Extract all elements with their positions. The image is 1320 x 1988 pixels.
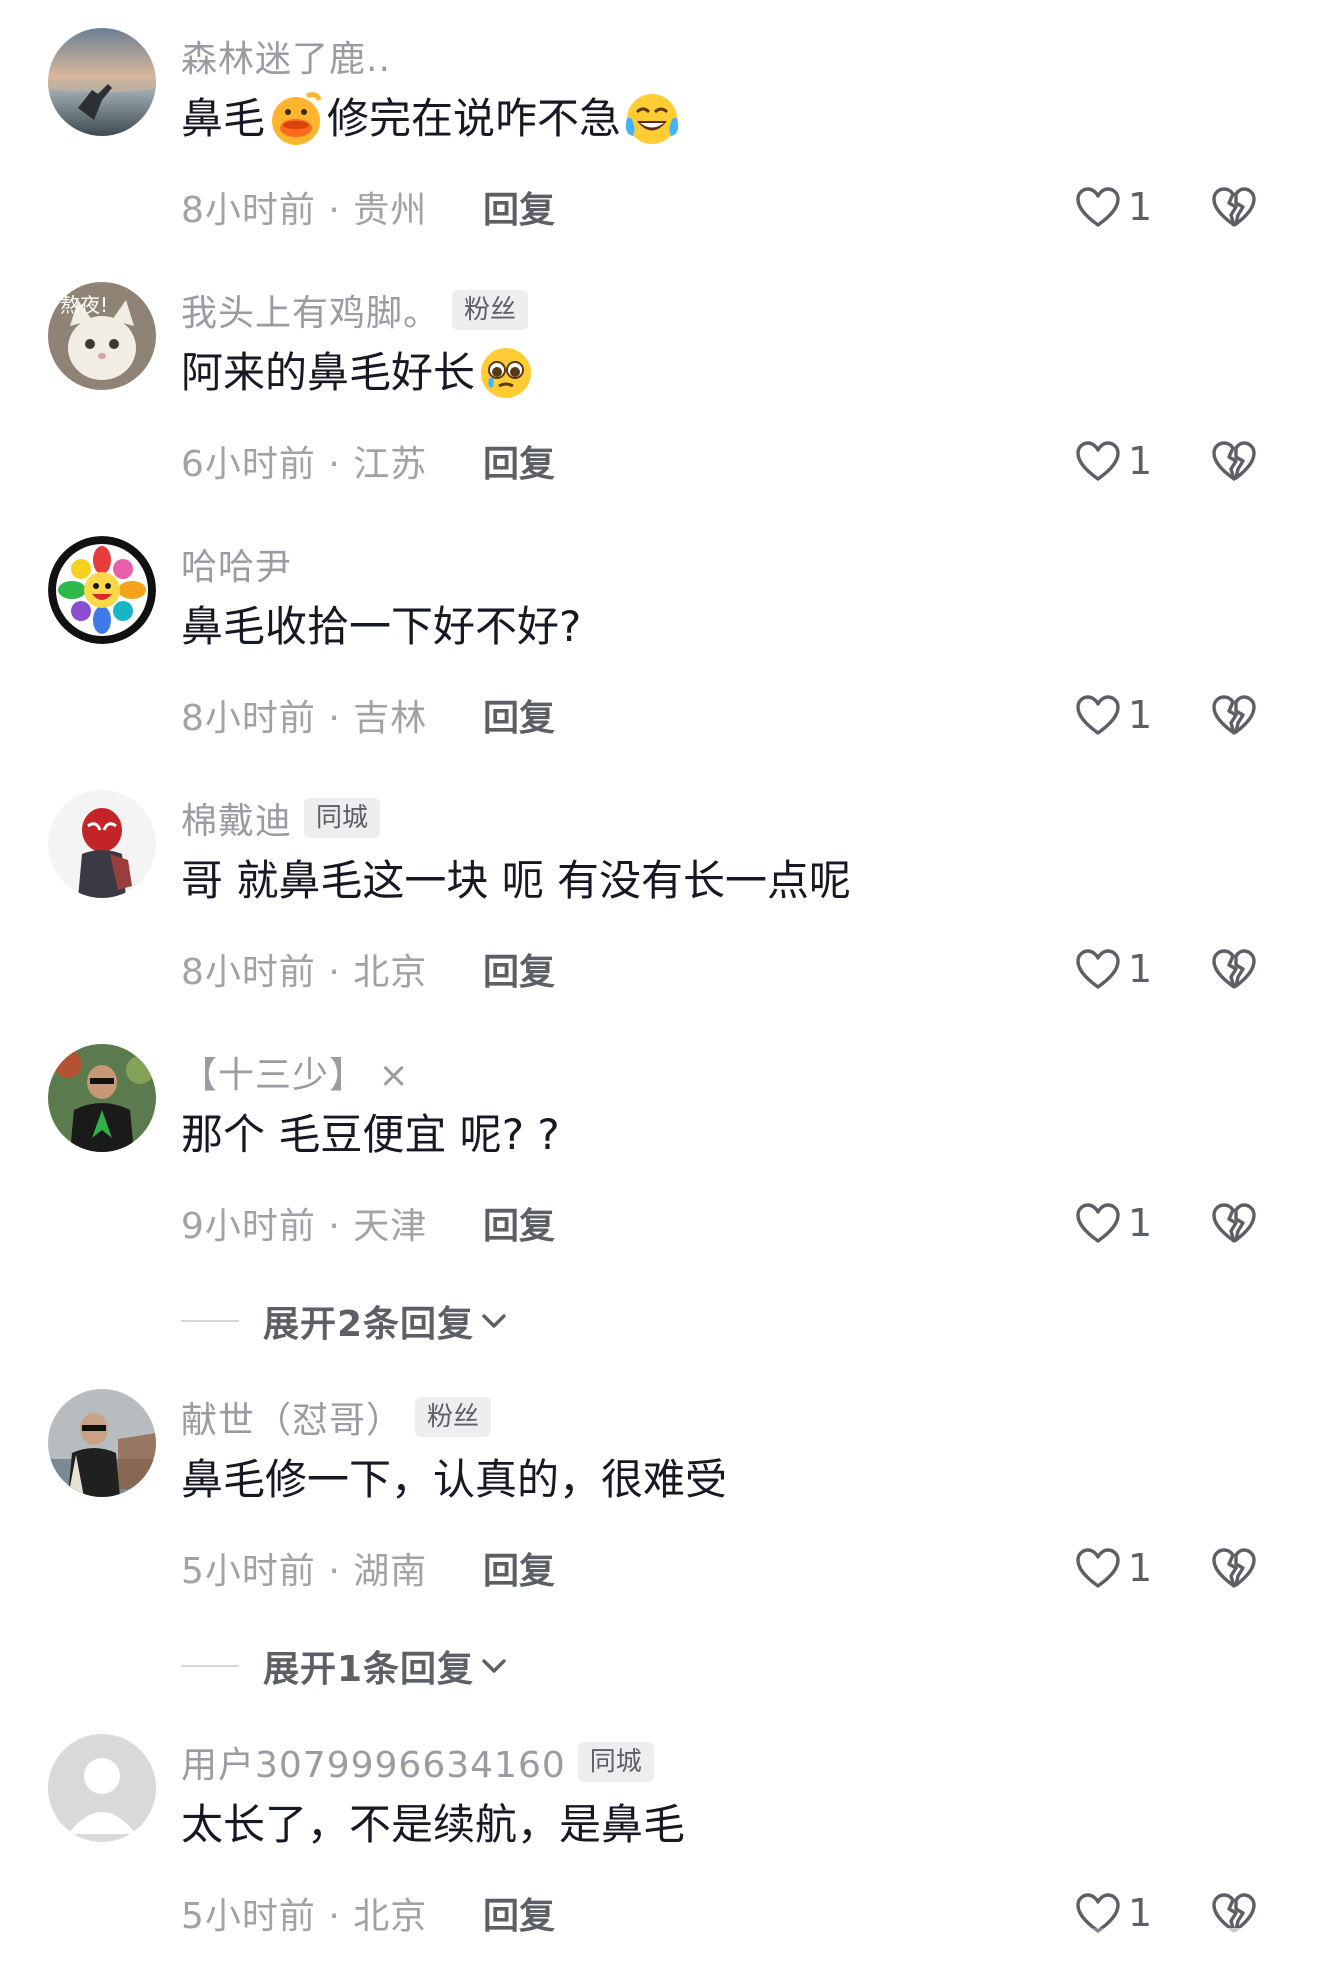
username[interactable]: 【十三少】 × xyxy=(181,1046,410,1098)
heart-icon xyxy=(1076,1548,1120,1588)
same-city-badge: 同城 xyxy=(577,1742,654,1782)
like-button[interactable]: 1 xyxy=(1074,940,1152,998)
heart-icon xyxy=(1076,441,1120,481)
expand-replies-button[interactable]: 展开1条回复 xyxy=(181,1638,510,1694)
time-location: 5小时前 · 湖南 xyxy=(181,1551,428,1592)
comment-text-part: 鼻毛收拾一下好不好? xyxy=(181,602,582,651)
comment-text: 阿来的鼻毛好长 xyxy=(181,342,537,404)
chevron-down-icon xyxy=(482,1659,506,1673)
expand-replies-label: 展开2条回复 xyxy=(263,1304,475,1345)
username[interactable]: 棉戴迪 xyxy=(181,792,292,844)
divider-line xyxy=(181,1320,239,1322)
heart-icon xyxy=(1076,187,1120,227)
avatar[interactable] xyxy=(48,1389,156,1497)
like-count: 1 xyxy=(1128,947,1153,991)
comment-text-part: 阿来的鼻毛好长 xyxy=(181,348,476,397)
like-count: 1 xyxy=(1128,1546,1153,1590)
broken-heart-icon xyxy=(1212,187,1256,227)
dislike-button[interactable] xyxy=(1208,686,1260,744)
comment-text-part: 鼻毛修一下，认真的，很难受 xyxy=(181,1455,728,1504)
like-count: 1 xyxy=(1128,1201,1153,1245)
like-count: 1 xyxy=(1128,693,1153,737)
username[interactable]: 用户3079996634160 xyxy=(181,1736,566,1788)
avatar[interactable] xyxy=(48,28,156,136)
divider-line xyxy=(181,1665,239,1667)
broken-heart-icon xyxy=(1212,949,1256,989)
avatar[interactable] xyxy=(48,536,156,644)
comment-text: 太长了，不是续航，是鼻毛 xyxy=(181,1794,685,1856)
username[interactable]: 献世（怼哥） xyxy=(181,1391,403,1443)
reply-button[interactable]: 回复 xyxy=(483,1542,555,1594)
time-location: 8小时前 · 吉林 xyxy=(181,698,428,739)
avatar[interactable] xyxy=(48,1734,156,1842)
like-button[interactable]: 1 xyxy=(1074,1539,1152,1597)
comment-text-part: 那个 毛豆便宜 呢? ? xyxy=(181,1110,560,1159)
like-count: 1 xyxy=(1128,439,1153,483)
time-location: 9小时前 · 天津 xyxy=(181,1206,428,1247)
comment-text: 哥 就鼻毛这一块 呃 有没有长一点呢 xyxy=(181,850,851,912)
broken-heart-icon xyxy=(1212,441,1256,481)
like-button[interactable]: 1 xyxy=(1074,1194,1152,1252)
avatar[interactable] xyxy=(48,790,156,898)
laughing-tears-emoji xyxy=(623,90,681,148)
comment-text: 鼻毛 修完在说咋不急 xyxy=(181,88,683,150)
pleading-face-emoji xyxy=(477,344,535,402)
like-count: 1 xyxy=(1128,185,1153,229)
heart-icon xyxy=(1076,695,1120,735)
expand-replies-label: 展开1条回复 xyxy=(263,1649,475,1690)
comment-text: 鼻毛修一下，认真的，很难受 xyxy=(181,1449,727,1511)
username[interactable]: 森林迷了鹿.. xyxy=(181,30,391,82)
comment-text-part: 修完在说咋不急 xyxy=(327,94,622,143)
comment-text: 那个 毛豆便宜 呢? ? xyxy=(181,1104,560,1166)
same-city-badge: 同城 xyxy=(304,798,381,838)
username[interactable]: 哈哈尹 xyxy=(181,538,292,590)
reply-button[interactable]: 回复 xyxy=(483,943,555,995)
broken-heart-icon xyxy=(1212,1203,1256,1243)
fan-badge: 粉丝 xyxy=(452,290,529,330)
dislike-button[interactable] xyxy=(1208,178,1260,236)
time-location: 8小时前 · 贵州 xyxy=(181,190,428,231)
heart-icon xyxy=(1076,949,1120,989)
duck-emoji xyxy=(267,90,325,148)
like-button[interactable]: 1 xyxy=(1074,178,1152,236)
broken-heart-icon xyxy=(1212,1548,1256,1588)
watermark-fade xyxy=(1020,1928,1320,1988)
time-location: 8小时前 · 北京 xyxy=(181,952,428,993)
reply-button[interactable]: 回复 xyxy=(483,435,555,487)
reply-button[interactable]: 回复 xyxy=(483,1197,555,1249)
username[interactable]: 我头上有鸡脚。 xyxy=(181,284,440,336)
comment-text-part: 鼻毛 xyxy=(181,94,266,143)
fan-badge: 粉丝 xyxy=(415,1397,492,1437)
dislike-button[interactable] xyxy=(1208,940,1260,998)
reply-button[interactable]: 回复 xyxy=(483,689,555,741)
dislike-button[interactable] xyxy=(1208,1539,1260,1597)
time-location: 6小时前 · 江苏 xyxy=(181,444,428,485)
like-button[interactable]: 1 xyxy=(1074,432,1152,490)
avatar[interactable]: 熬夜! xyxy=(48,282,156,390)
heart-icon xyxy=(1076,1203,1120,1243)
avatar-caption: 熬夜! xyxy=(60,293,108,317)
broken-heart-icon xyxy=(1212,695,1256,735)
avatar[interactable] xyxy=(48,1044,156,1152)
like-button[interactable]: 1 xyxy=(1074,686,1152,744)
comment-text: 鼻毛收拾一下好不好? xyxy=(181,596,581,658)
comment-text-part: 哥 就鼻毛这一块 呃 有没有长一点呢 xyxy=(181,856,852,905)
reply-button[interactable]: 回复 xyxy=(483,181,555,233)
reply-button[interactable]: 回复 xyxy=(483,1887,555,1939)
expand-replies-button[interactable]: 展开2条回复 xyxy=(181,1293,510,1349)
comment-text-part: 太长了，不是续航，是鼻毛 xyxy=(181,1800,686,1849)
time-location: 5小时前 · 北京 xyxy=(181,1896,428,1937)
dislike-button[interactable] xyxy=(1208,1194,1260,1252)
chevron-down-icon xyxy=(482,1314,506,1328)
dislike-button[interactable] xyxy=(1208,432,1260,490)
